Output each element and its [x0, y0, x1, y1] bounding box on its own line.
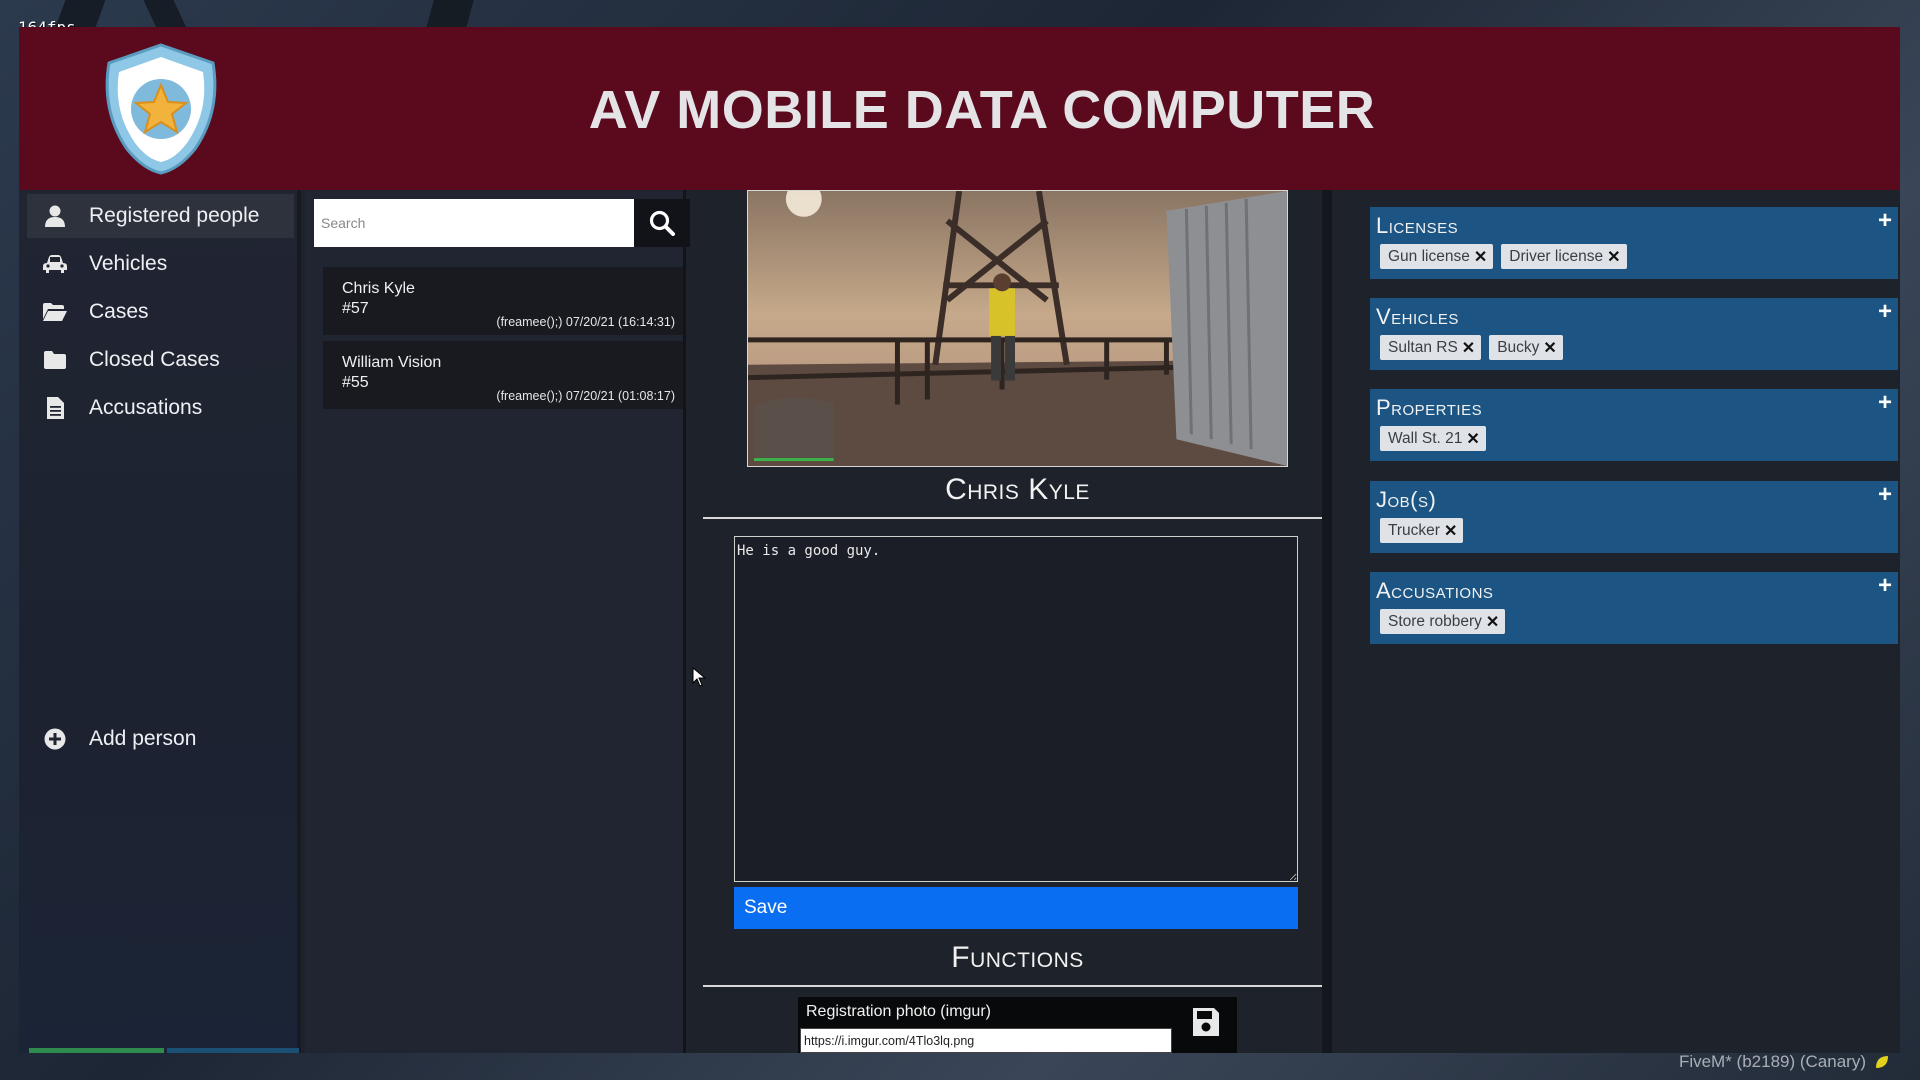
add-job-plus-icon[interactable]: + — [1878, 483, 1892, 507]
person-meta: (freamee();) 07/20/21 (01:08:17) — [496, 389, 675, 403]
license-tag: Driver license ✕ — [1501, 244, 1627, 269]
profile-panel: Chris Kyle Save Functions Registration p… — [703, 190, 1332, 1053]
card-title: Licenses — [1376, 213, 1459, 238]
sidebar-item-accusations[interactable]: Accusations — [27, 386, 294, 430]
person-meta: (freamee();) 07/20/21 (16:14:31) — [496, 315, 675, 329]
search-icon — [649, 210, 675, 236]
registration-photo-field: Registration photo (imgur) — [798, 997, 1237, 1053]
add-person-label: Add person — [89, 727, 197, 750]
photo-url-input[interactable] — [800, 1028, 1172, 1053]
people-list-panel: Chris Kyle #57 (freamee();) 07/20/21 (16… — [305, 190, 690, 1053]
jobs-card: Job(s) + Trucker ✕ — [1370, 481, 1898, 553]
save-button[interactable]: Save — [734, 887, 1298, 929]
accusation-tag: Store robbery ✕ — [1380, 609, 1506, 634]
divider — [703, 985, 1322, 987]
sidebar-item-registered-people[interactable]: Registered people — [27, 194, 294, 238]
profile-name: Chris Kyle — [945, 473, 1090, 506]
add-person-button[interactable]: Add person — [27, 717, 294, 761]
person-id: #55 — [342, 374, 369, 391]
properties-card: Properties + Wall St. 21 ✕ — [1370, 389, 1898, 461]
accusations-card: Accusations + Store robbery ✕ — [1370, 572, 1898, 644]
person-name: Chris Kyle — [342, 280, 415, 297]
license-tag: Gun license ✕ — [1380, 244, 1494, 269]
loading-bar — [29, 1048, 299, 1053]
sidebar-item-closed-cases[interactable]: Closed Cases — [27, 338, 294, 382]
plus-circle-icon — [39, 728, 71, 750]
mdc-window: AV MOBILE DATA COMPUTER Registered peopl… — [19, 27, 1900, 1053]
card-title: Vehicles — [1376, 304, 1459, 329]
search-input[interactable] — [314, 199, 634, 247]
functions-title: Functions — [951, 941, 1084, 974]
add-vehicle-plus-icon[interactable]: + — [1878, 300, 1892, 324]
file-text-icon — [39, 397, 71, 419]
floppy-save-icon[interactable] — [1191, 1006, 1221, 1038]
car-icon — [39, 255, 71, 273]
add-license-plus-icon[interactable]: + — [1878, 209, 1892, 233]
add-accusation-plus-icon[interactable]: + — [1878, 574, 1892, 598]
card-title: Accusations — [1376, 578, 1494, 603]
licenses-card: Licenses + Gun license ✕ Driver license ✕ — [1370, 207, 1898, 279]
search-button[interactable] — [634, 199, 690, 247]
remove-x-icon[interactable]: ✕ — [1474, 247, 1487, 267]
person-name: William Vision — [342, 354, 442, 371]
card-title: Properties — [1376, 395, 1483, 420]
remove-x-icon[interactable]: ✕ — [1607, 247, 1620, 267]
add-property-plus-icon[interactable]: + — [1878, 391, 1892, 415]
sidebar-item-label: Vehicles — [89, 252, 168, 275]
person-id: #57 — [342, 300, 369, 317]
remove-x-icon[interactable]: ✕ — [1543, 338, 1556, 358]
fivem-watermark: FiveM* (b2189) (Canary) — [1679, 1052, 1890, 1072]
mouse-cursor-icon — [692, 667, 706, 687]
registration-photo — [747, 190, 1288, 467]
app-title: AV MOBILE DATA COMPUTER — [588, 80, 1376, 140]
registration-photo-label: Registration photo (imgur) — [806, 1003, 991, 1020]
sidebar-item-label: Registered people — [89, 204, 260, 227]
list-item[interactable]: Chris Kyle #57 (freamee();) 07/20/21 (16… — [323, 267, 683, 335]
remove-x-icon[interactable]: ✕ — [1462, 338, 1475, 358]
sidebar-item-label: Closed Cases — [89, 348, 220, 371]
vehicle-tag: Sultan RS ✕ — [1380, 335, 1482, 360]
divider — [703, 517, 1322, 519]
notes-textarea[interactable] — [734, 536, 1298, 882]
vehicles-card: Vehicles + Sultan RS ✕ Bucky ✕ — [1370, 298, 1898, 370]
remove-x-icon[interactable]: ✕ — [1466, 429, 1479, 449]
header: AV MOBILE DATA COMPUTER — [19, 27, 1900, 190]
sidebar: Registered people Vehicles Cases Closed … — [19, 190, 301, 1053]
sidebar-item-label: Accusations — [89, 396, 203, 419]
sidebar-item-cases[interactable]: Cases — [27, 290, 294, 334]
fivem-leaf-icon — [1876, 1056, 1888, 1068]
folder-icon — [39, 351, 71, 369]
folder-open-icon — [39, 303, 71, 321]
list-item[interactable]: William Vision #55 (freamee();) 07/20/21… — [323, 341, 683, 409]
remove-x-icon[interactable]: ✕ — [1486, 612, 1499, 632]
sidebar-item-vehicles[interactable]: Vehicles — [27, 242, 294, 286]
card-title: Job(s) — [1376, 487, 1437, 512]
user-icon — [39, 205, 71, 227]
job-tag: Trucker ✕ — [1380, 518, 1464, 543]
vehicle-tag: Bucky ✕ — [1489, 335, 1563, 360]
remove-x-icon[interactable]: ✕ — [1444, 521, 1457, 541]
records-panel: Licenses + Gun license ✕ Driver license ✕ … — [1342, 190, 1900, 1053]
property-tag: Wall St. 21 ✕ — [1380, 426, 1486, 451]
sidebar-item-label: Cases — [89, 300, 149, 323]
